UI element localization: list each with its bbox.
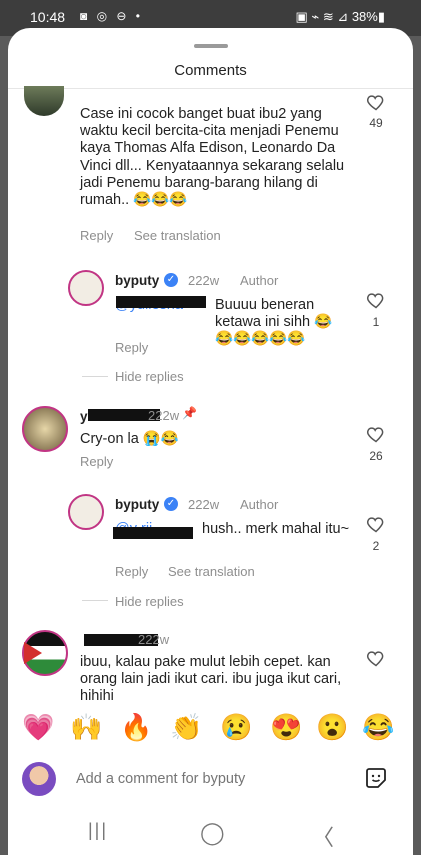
redaction-bar xyxy=(116,296,206,308)
see-translation-button[interactable]: See translation xyxy=(168,564,255,579)
back-icon[interactable]: 〈 xyxy=(312,820,334,852)
verified-badge-icon: ✓ xyxy=(164,497,178,511)
comment-text: Cry-on la 😭😂 xyxy=(80,431,179,447)
heart-icon[interactable] xyxy=(366,92,386,112)
flag-triangle-icon xyxy=(24,642,42,664)
system-nav-bar: ||| ◯ 〈 xyxy=(8,818,413,855)
emoji-button-surprised[interactable]: 😮 xyxy=(316,712,348,742)
comment-time: 222w xyxy=(148,408,180,423)
emoji-button-raising-hands[interactable]: 🙌 xyxy=(70,712,102,742)
comment-time: 222w xyxy=(138,632,170,647)
emoji-quick-bar: 💗 🙌 🔥 👏 😢 😍 😮 😂 xyxy=(8,712,413,756)
sheet-title: Comments xyxy=(174,62,247,79)
home-icon[interactable]: ◯ xyxy=(200,820,225,846)
avatar[interactable] xyxy=(24,86,64,116)
hide-replies-line xyxy=(82,600,108,601)
comment-time: 222w xyxy=(188,273,220,288)
emoji-button-fire[interactable]: 🔥 xyxy=(120,712,152,742)
like-count: 2 xyxy=(372,539,380,553)
heart-icon[interactable] xyxy=(366,290,386,310)
comment-author[interactable]: byputy xyxy=(115,272,159,289)
reply-button[interactable]: Reply xyxy=(80,454,113,469)
reply-button[interactable]: Reply xyxy=(80,228,113,243)
comment-time: 222w xyxy=(188,497,220,512)
emoji-button-laughing[interactable]: 😂 xyxy=(362,712,394,742)
reply-button[interactable]: Reply xyxy=(115,340,148,355)
phone-screen: 10:48 ◙ ◎ ⊖ • ▣ ⌁ ≋ ⊿ 38%▮ Comments Case… xyxy=(0,0,421,855)
hide-replies-button[interactable]: Hide replies xyxy=(115,369,184,384)
comments-sheet: Comments Case ini cocok banget buat ibu2… xyxy=(8,28,413,855)
comment-text: hush.. merk mahal itu~ xyxy=(202,521,350,537)
avatar[interactable] xyxy=(68,270,104,306)
comment-author-tag: Author xyxy=(240,497,279,512)
heart-icon[interactable] xyxy=(366,424,386,444)
like-count: 49 xyxy=(369,116,383,130)
redaction-bar xyxy=(113,527,193,539)
sticker-icon[interactable] xyxy=(364,766,388,790)
drag-handle[interactable] xyxy=(194,44,228,48)
avatar[interactable] xyxy=(22,406,68,452)
hide-replies-button[interactable]: Hide replies xyxy=(115,594,184,609)
hide-replies-line xyxy=(82,376,108,377)
comment-input[interactable] xyxy=(74,766,348,792)
see-translation-button[interactable]: See translation xyxy=(134,228,221,243)
status-time: 10:48 xyxy=(30,9,66,25)
like-count: 26 xyxy=(369,449,383,463)
emoji-button-sad[interactable]: 😢 xyxy=(220,712,252,742)
comment-text: ibuu, kalau pake mulut lebih cepet. kan … xyxy=(80,654,342,704)
comment-text: Buuuu beneran ketawa ini sihh 😂😂😂😂😂😂 xyxy=(215,297,333,347)
comment-text: Case ini cocok banget buat ibu2 yang wak… xyxy=(80,106,345,209)
status-left-icons: ◙ ◎ ⊖ • xyxy=(80,9,143,23)
status-right-icons: ▣ ⌁ ≋ ⊿ 38%▮ xyxy=(295,9,385,24)
verified-badge-icon: ✓ xyxy=(164,273,178,287)
comment-composer xyxy=(8,758,413,798)
emoji-button-heart[interactable]: 💗 xyxy=(22,712,54,742)
emoji-button-clap[interactable]: 👏 xyxy=(170,712,202,742)
title-divider xyxy=(8,88,413,89)
like-count: 1 xyxy=(372,315,380,329)
heart-icon[interactable] xyxy=(366,514,386,534)
reply-button[interactable]: Reply xyxy=(115,564,148,579)
emoji-button-heart-eyes[interactable]: 😍 xyxy=(270,712,302,742)
avatar[interactable] xyxy=(68,494,104,530)
pin-icon: 📌 xyxy=(182,406,197,420)
recents-icon[interactable]: ||| xyxy=(88,820,108,841)
my-avatar xyxy=(22,762,56,796)
heart-icon[interactable] xyxy=(366,648,386,668)
comment-author-tag: Author xyxy=(240,273,279,288)
comment-author[interactable]: byputy xyxy=(115,496,159,513)
